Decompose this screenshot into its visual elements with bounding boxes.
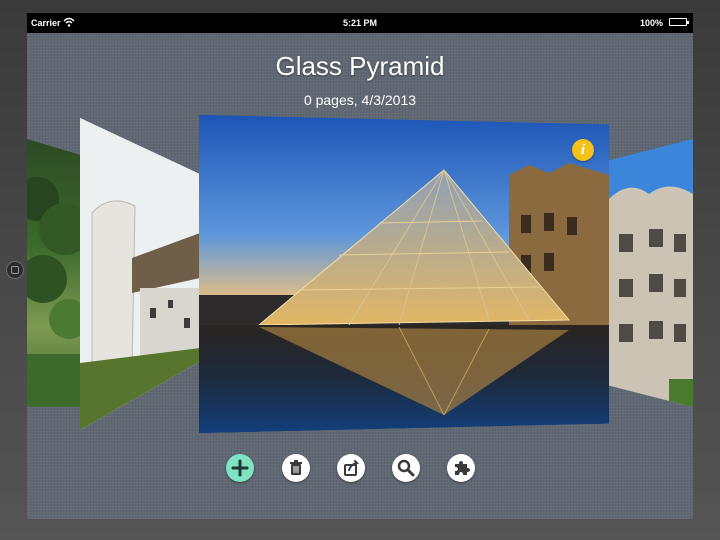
trash-icon (290, 460, 302, 475)
puzzle-icon (455, 461, 470, 475)
delete-button[interactable] (282, 454, 310, 482)
add-icon (231, 459, 249, 477)
app-screen: Carrier 5:21 PM 100% Glass Pyramid 0 pag… (27, 13, 693, 519)
chapel-photo (80, 118, 200, 430)
carousel-card-louvre[interactable] (199, 115, 609, 433)
forest-photo (27, 177, 81, 407)
info-icon[interactable]: i (572, 139, 594, 161)
album-subtitle: 0 pages, 4/3/2013 (303, 92, 417, 108)
album-title: Glass Pyramid (275, 51, 445, 81)
puzzle-button[interactable] (447, 454, 475, 482)
status-bar: Carrier 5:21 PM 100% (27, 13, 693, 33)
battery-icon (669, 18, 689, 26)
home-button[interactable] (6, 261, 24, 279)
battery-percent: 100% (639, 18, 663, 28)
bottom-toolbar (226, 454, 486, 484)
share-icon (344, 460, 360, 476)
carousel-card-casa-mila[interactable] (609, 139, 693, 407)
carousel-card-forest[interactable] (27, 139, 81, 407)
search-button[interactable] (392, 454, 420, 482)
search-icon (397, 459, 415, 477)
add-button[interactable] (226, 454, 254, 482)
louvre-pyramid-photo (199, 115, 609, 433)
status-time: 5:21 PM (342, 18, 377, 28)
casa-mila-photo (609, 139, 693, 407)
carousel-card-chapel[interactable] (80, 118, 200, 430)
share-button[interactable] (337, 454, 365, 482)
